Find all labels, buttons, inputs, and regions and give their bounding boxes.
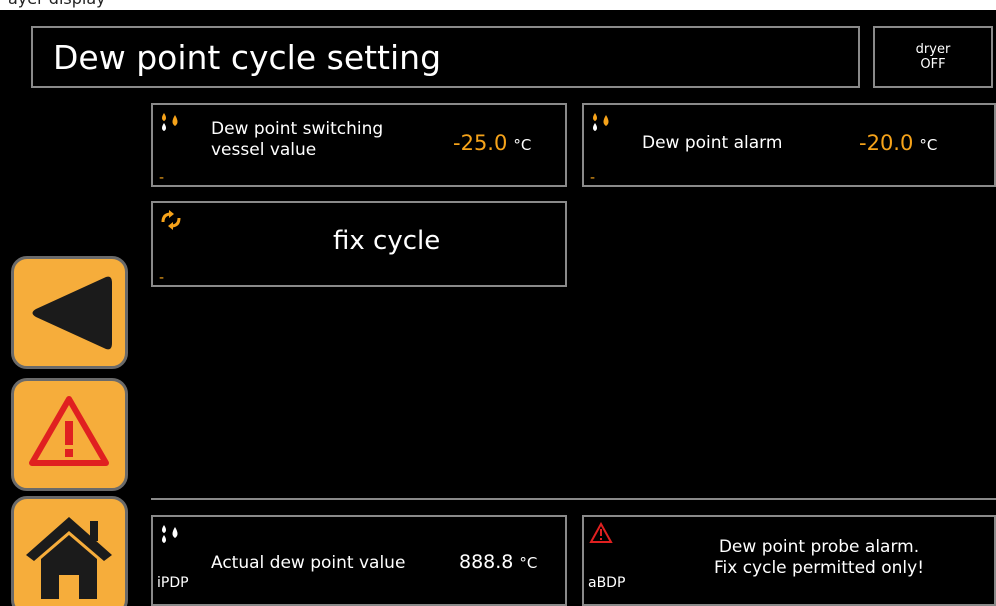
param-label-line2: vessel value — [211, 140, 317, 160]
alarm-line1: Dew point probe alarm. — [718, 537, 920, 557]
probe-alarm-display: aBDP Dew point probe alarm. Fix cycle pe… — [582, 515, 996, 606]
param-label: fix cycle — [333, 226, 441, 256]
param-unit: °C — [513, 136, 532, 154]
actual-label: Actual dew point value — [211, 553, 406, 573]
home-icon — [26, 517, 112, 599]
back-button[interactable] — [11, 256, 128, 369]
dryer-status-value: OFF — [920, 57, 946, 72]
actual-unit: °C — [519, 554, 538, 572]
fix-cycle-setting[interactable]: fix cycle - — [151, 201, 567, 287]
back-arrow-icon — [32, 276, 112, 350]
param-value: -20.0 — [859, 131, 914, 155]
param-value-field: -25.0 °C — [453, 131, 531, 155]
param-label: Dew point alarm — [642, 133, 783, 153]
page-title-box: Dew point cycle setting — [31, 26, 860, 88]
dew-point-alarm-setting[interactable]: Dew point alarm -20.0 °C - — [582, 103, 996, 187]
screen: Dew point cycle setting dryer OFF Dew po… — [0, 10, 996, 606]
drops-icon — [593, 113, 609, 131]
divider — [151, 498, 996, 500]
warning-icon — [29, 396, 109, 466]
dryer-status-box[interactable]: dryer OFF — [873, 26, 993, 88]
param-value: -25.0 — [453, 131, 508, 155]
dew-point-switching-setting[interactable]: Dew point switching vessel value -25.0 °C… — [151, 103, 567, 187]
actual-value-field: 888.8 °C — [459, 551, 537, 573]
alarm-line2: Fix cycle permitted only! — [713, 558, 925, 578]
top-strip: ayer display — [0, 0, 996, 10]
page-title: Dew point cycle setting — [53, 38, 442, 77]
cycle-arrows-icon — [161, 210, 181, 230]
param-dash: - — [159, 270, 165, 286]
alarm-tag: aBDP — [588, 575, 626, 591]
home-button[interactable] — [11, 496, 128, 606]
param-dash: - — [159, 170, 165, 186]
top-strip-text: ayer display — [8, 0, 106, 8]
param-value-field: -20.0 °C — [859, 131, 937, 155]
alarm-button[interactable] — [11, 378, 128, 491]
drops-icon — [162, 113, 178, 131]
drops-icon — [162, 525, 178, 543]
param-unit: °C — [919, 136, 938, 154]
param-dash: - — [590, 170, 596, 186]
dryer-status-label: dryer — [915, 42, 951, 57]
param-label-line1: Dew point switching — [211, 119, 384, 139]
warning-icon — [589, 522, 613, 543]
actual-tag: iPDP — [157, 575, 189, 591]
actual-dew-point-display: iPDP Actual dew point value 888.8 °C — [151, 515, 567, 606]
actual-value: 888.8 — [459, 551, 514, 573]
